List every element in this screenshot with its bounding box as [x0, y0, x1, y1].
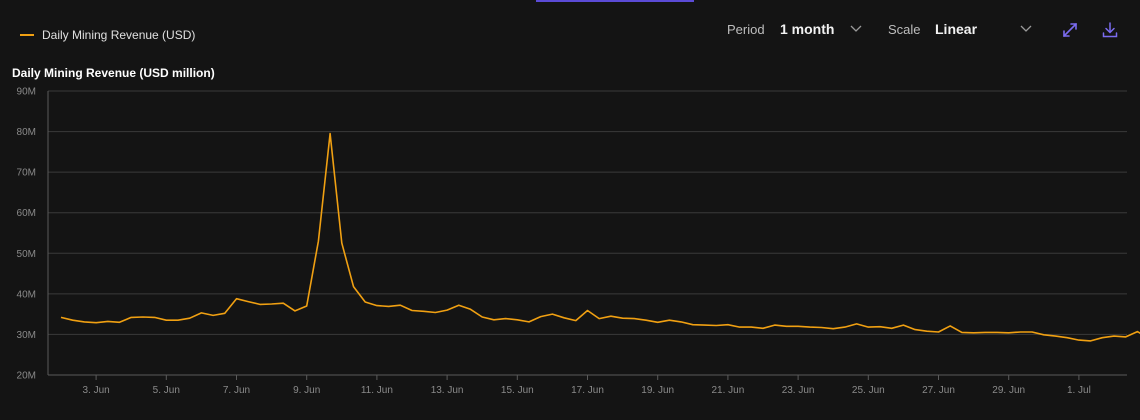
y-tick-label: 40M — [17, 289, 36, 300]
x-tick-label: 29. Jun — [992, 385, 1025, 396]
x-tick-label: 25. Jun — [852, 385, 885, 396]
x-tick-label: 1. Jul — [1067, 385, 1091, 396]
x-tick-label: 5. Jun — [153, 385, 180, 396]
y-tick-label: 60M — [17, 208, 36, 219]
y-tick-label: 50M — [17, 249, 36, 260]
y-tick-label: 30M — [17, 330, 36, 341]
x-tick-label: 19. Jun — [641, 385, 674, 396]
x-tick-label: 15. Jun — [501, 385, 534, 396]
y-tick-label: 90M — [17, 87, 36, 98]
x-tick-label: 27. Jun — [922, 385, 955, 396]
x-tick-label: 3. Jun — [82, 385, 109, 396]
y-tick-label: 70M — [17, 168, 36, 179]
line-chart: 20M 30M 40M 50M 60M 70M 80M 90M 3. Jun 5. Jun 7. J… — [17, 87, 1140, 396]
x-tick-label: 13. Jun — [431, 385, 464, 396]
x-tick-label: 9. Jun — [293, 385, 320, 396]
series-line-daily-mining-revenue[interactable] — [60, 132, 1140, 342]
x-tick-label: 7. Jun — [223, 385, 250, 396]
x-tick-label: 21. Jun — [711, 385, 744, 396]
x-tick-label: 17. Jun — [571, 385, 604, 396]
y-tick-label: 20M — [17, 371, 36, 382]
x-tick-label: 23. Jun — [782, 385, 815, 396]
y-tick-label: 80M — [17, 127, 36, 138]
x-tick-label: 11. Jun — [361, 385, 393, 396]
